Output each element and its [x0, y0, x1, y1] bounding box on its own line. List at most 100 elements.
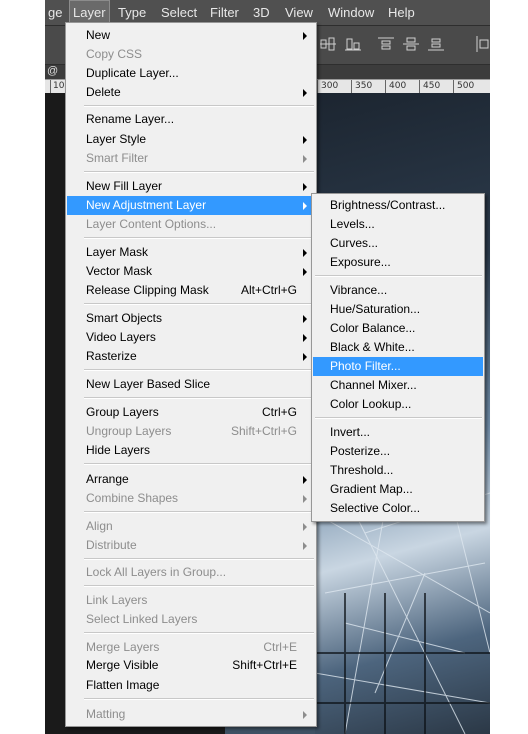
menu-separator — [315, 417, 482, 419]
menu-item-shortcut: Ctrl+E — [263, 640, 297, 654]
menu-item-ungroup-layers[interactable]: Ungroup Layers Shift+Ctrl+G — [67, 422, 315, 441]
menu-item-label: Flatten Image — [86, 678, 160, 692]
menu-item-photo-filter[interactable]: Photo Filter... — [313, 357, 483, 376]
menu-item-new-adjustment-layer[interactable]: New Adjustment Layer — [67, 196, 315, 215]
submenu-arrow-icon — [303, 476, 307, 484]
menu-item-label: Levels... — [330, 217, 375, 231]
menu-item-vector-mask[interactable]: Vector Mask — [67, 262, 315, 281]
menu-item-label: Color Lookup... — [330, 397, 412, 411]
menu-separator — [84, 105, 314, 107]
menu-item-label: Layer Style — [86, 132, 147, 146]
menu-item-shortcut: Shift+Ctrl+G — [230, 424, 297, 438]
menu-separator — [84, 698, 314, 700]
menu-image[interactable]: ge — [45, 0, 65, 25]
menu-item-lock-all-layers[interactable]: Lock All Layers in Group... — [67, 563, 315, 582]
menu-separator — [84, 303, 314, 305]
menu-item-gradient-map[interactable]: Gradient Map... — [313, 480, 483, 499]
submenu-arrow-icon — [303, 268, 307, 276]
menu-item-layer-style[interactable]: Layer Style — [67, 130, 315, 149]
menu-item-combine-shapes[interactable]: Combine Shapes — [67, 489, 315, 508]
menu-separator — [84, 397, 314, 399]
menu-item-curves[interactable]: Curves... — [313, 234, 483, 253]
menu-item-brightness-contrast[interactable]: Brightness/Contrast... — [313, 196, 483, 215]
menu-item-selective-color[interactable]: Selective Color... — [313, 499, 483, 518]
align-bottom-edges-icon[interactable] — [345, 36, 361, 52]
menu-item-exposure[interactable]: Exposure... — [313, 253, 483, 272]
menu-item-new-fill-layer[interactable]: New Fill Layer — [67, 177, 315, 196]
menu-separator — [84, 511, 314, 513]
menu-item-new-layer-based-slice[interactable]: New Layer Based Slice — [67, 375, 315, 394]
menu-item-copy-css[interactable]: Copy CSS — [67, 45, 315, 64]
menu-item-label: Posterize... — [330, 444, 391, 458]
submenu-arrow-icon — [303, 89, 307, 97]
menu-item-levels[interactable]: Levels... — [313, 215, 483, 234]
menu-item-duplicate-layer[interactable]: Duplicate Layer... — [67, 64, 315, 83]
menu-item-align[interactable]: Align — [67, 517, 315, 536]
menu-item-color-lookup[interactable]: Color Lookup... — [313, 395, 483, 414]
menu-item-label: Vector Mask — [86, 264, 153, 278]
menu-item-black-white[interactable]: Black & White... — [313, 338, 483, 357]
menu-item-label: Gradient Map... — [330, 482, 413, 496]
menu-item-layer-mask[interactable]: Layer Mask — [67, 243, 315, 262]
distribute-bottom-icon[interactable] — [428, 36, 444, 52]
submenu-arrow-icon — [303, 32, 307, 40]
menu-window[interactable]: Window — [325, 0, 377, 25]
menu-item-label: Group Layers — [86, 405, 159, 419]
submenu-arrow-icon — [303, 202, 307, 210]
submenu-arrow-icon — [303, 315, 307, 323]
menu-item-group-layers[interactable]: Group Layers Ctrl+G — [67, 403, 315, 422]
menu-item-flatten-image[interactable]: Flatten Image — [67, 676, 315, 695]
align-vertical-centers-icon[interactable] — [320, 36, 336, 52]
menu-item-label: Rename Layer... — [86, 112, 175, 126]
menu-separator — [84, 558, 314, 560]
submenu-arrow-icon — [303, 542, 307, 550]
distribute-top-icon[interactable] — [378, 36, 394, 52]
menu-item-matting[interactable]: Matting — [67, 705, 315, 724]
menu-item-hide-layers[interactable]: Hide Layers — [67, 441, 315, 460]
menu-item-distribute[interactable]: Distribute — [67, 536, 315, 555]
submenu-arrow-icon — [303, 495, 307, 503]
menu-item-label: Curves... — [330, 236, 379, 250]
ruler-tick — [351, 80, 352, 94]
ruler-tick — [385, 80, 386, 94]
distribute-left-icon[interactable] — [475, 36, 490, 52]
menu-separator — [84, 632, 314, 634]
menu-item-delete[interactable]: Delete — [67, 83, 315, 102]
menu-item-smart-filter[interactable]: Smart Filter — [67, 149, 315, 168]
menu-item-label: Smart Filter — [86, 151, 149, 165]
menu-item-shortcut: Shift+Ctrl+E — [232, 658, 297, 672]
menu-item-arrange[interactable]: Arrange — [67, 470, 315, 489]
ruler-number: 350 — [355, 81, 373, 91]
distribute-vertical-centers-icon[interactable] — [403, 36, 419, 52]
menu-item-smart-objects[interactable]: Smart Objects — [67, 309, 315, 328]
menu-item-hue-saturation[interactable]: Hue/Saturation... — [313, 300, 483, 319]
menu-item-link-layers[interactable]: Link Layers — [67, 591, 315, 610]
menu-item-label: Lock All Layers in Group... — [86, 565, 227, 579]
document-tab-label[interactable]: @ — [47, 65, 58, 77]
menu-item-layer-content-options[interactable]: Layer Content Options... — [67, 215, 315, 234]
menu-item-label: Duplicate Layer... — [86, 66, 179, 80]
menu-item-merge-visible[interactable]: Merge Visible Shift+Ctrl+E — [67, 656, 315, 675]
menu-item-rasterize[interactable]: Rasterize — [67, 347, 315, 366]
menu-item-vibrance[interactable]: Vibrance... — [313, 281, 483, 300]
menu-item-invert[interactable]: Invert... — [313, 423, 483, 442]
menu-separator — [84, 369, 314, 371]
menu-item-label: New Adjustment Layer — [86, 198, 207, 212]
menu-item-release-clipping-mask[interactable]: Release Clipping Mask Alt+Ctrl+G — [67, 281, 315, 300]
menu-item-label: Copy CSS — [86, 47, 143, 61]
menu-item-merge-layers[interactable]: Merge Layers Ctrl+E — [67, 638, 315, 657]
menu-item-color-balance[interactable]: Color Balance... — [313, 319, 483, 338]
menu-item-video-layers[interactable]: Video Layers — [67, 328, 315, 347]
menu-separator — [84, 237, 314, 239]
menu-item-label: Rasterize — [86, 349, 137, 363]
menu-item-threshold[interactable]: Threshold... — [313, 461, 483, 480]
menu-item-posterize[interactable]: Posterize... — [313, 442, 483, 461]
menu-help[interactable]: Help — [385, 0, 418, 25]
menu-item-rename-layer[interactable]: Rename Layer... — [67, 110, 315, 129]
menu-item-new[interactable]: New — [67, 26, 315, 45]
menu-item-shortcut: Ctrl+G — [261, 405, 297, 419]
menu-item-channel-mixer[interactable]: Channel Mixer... — [313, 376, 483, 395]
menu-item-label: Color Balance... — [330, 321, 416, 335]
menu-item-label: Distribute — [86, 538, 137, 552]
menu-item-select-linked-layers[interactable]: Select Linked Layers — [67, 610, 315, 629]
